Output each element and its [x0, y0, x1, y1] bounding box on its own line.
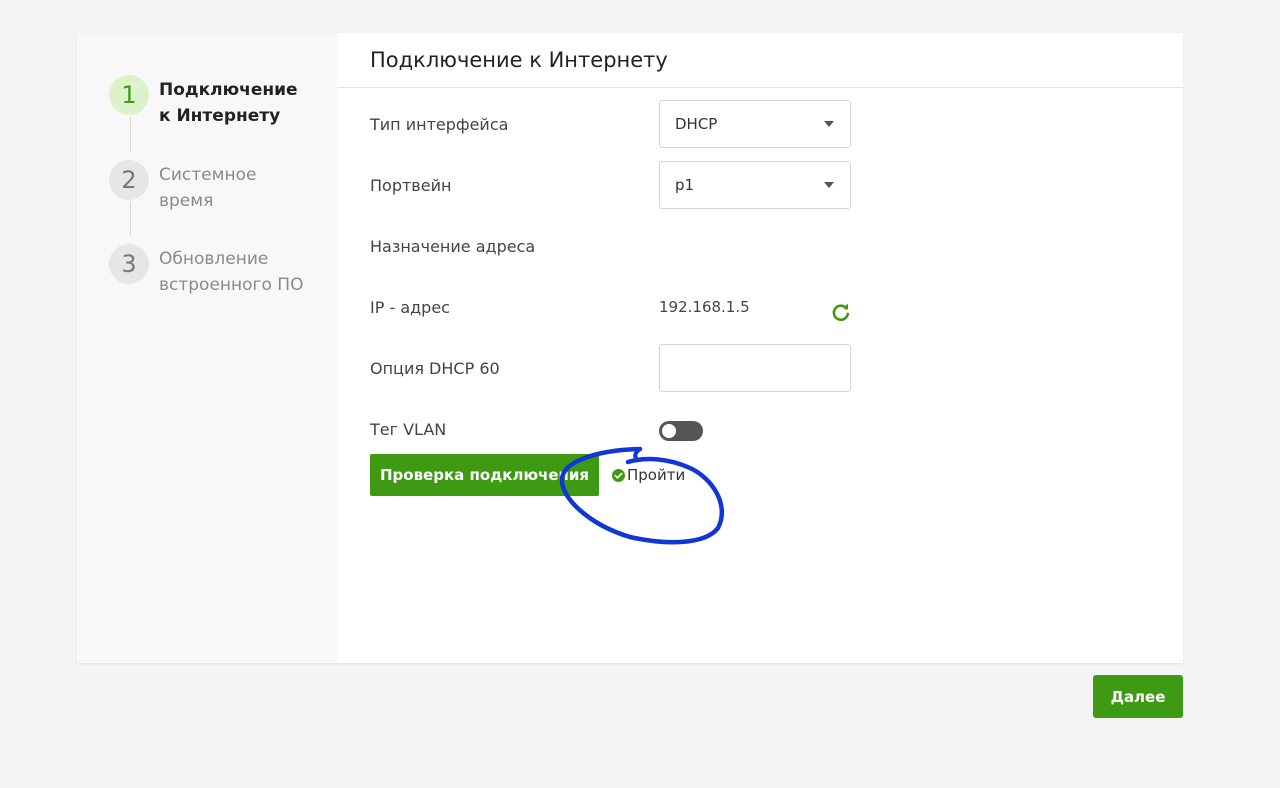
page-title: Подключение к Интернету — [337, 33, 1183, 88]
interface-type-label: Тип интерфейса — [370, 114, 509, 134]
portway-label: Портвейн — [370, 175, 452, 195]
interface-type-row: Тип интерфейса DHCP — [370, 99, 1183, 149]
portway-value: p1 — [675, 176, 695, 194]
step-label: Обновление встроенного ПО — [159, 249, 304, 295]
chevron-down-icon — [824, 121, 834, 127]
step-connector — [130, 117, 131, 151]
step-internet-connection[interactable]: 1 Подключение к Интернету — [109, 75, 309, 129]
step-connector — [130, 202, 131, 236]
content-panel: Подключение к Интернету Тип интерфейса D… — [337, 33, 1183, 663]
connection-result: Пройти — [612, 466, 685, 484]
refresh-icon[interactable] — [831, 302, 851, 322]
address-assignment-row: Назначение адреса — [370, 221, 1183, 271]
portway-select[interactable]: p1 — [659, 161, 851, 209]
step-label: Подключение к Интернету — [159, 80, 298, 126]
dhcp-option-60-input[interactable] — [659, 344, 851, 392]
check-circle-icon — [612, 468, 625, 482]
step-number: 1 — [109, 75, 149, 115]
vlan-tag-label: Тег VLAN — [370, 419, 447, 439]
chevron-down-icon — [824, 182, 834, 188]
ip-address-row: IP - адрес 192.168.1.5 — [370, 282, 1183, 332]
step-firmware-update[interactable]: 3 Обновление встроенного ПО — [109, 244, 309, 298]
step-number: 2 — [109, 160, 149, 200]
connection-result-label: Пройти — [627, 466, 686, 484]
step-system-time[interactable]: 2 Системное время — [109, 160, 309, 214]
toggle-knob — [662, 424, 676, 438]
portway-row: Портвейн p1 — [370, 160, 1183, 210]
vlan-tag-row: Тег VLAN — [370, 404, 1183, 454]
step-number: 3 — [109, 244, 149, 284]
ip-address-label: IP - адрес — [370, 297, 450, 317]
step-label: Системное время — [159, 165, 257, 211]
steps-sidebar: 1 Подключение к Интернету 2 Системное вр… — [77, 33, 337, 663]
dhcp-option-row: Опция DHCP 60 — [370, 343, 1183, 393]
vlan-tag-toggle[interactable] — [659, 421, 703, 441]
dhcp-option-label: Опция DHCP 60 — [370, 358, 500, 378]
ip-address-value: 192.168.1.5 — [659, 298, 750, 316]
next-button[interactable]: Далее — [1093, 675, 1183, 718]
wizard-card: 1 Подключение к Интернету 2 Системное вр… — [77, 33, 1183, 663]
interface-type-select[interactable]: DHCP — [659, 100, 851, 148]
address-assignment-label: Назначение адреса — [370, 236, 536, 256]
check-connection-button[interactable]: Проверка подключения — [370, 454, 599, 496]
interface-type-value: DHCP — [675, 115, 718, 133]
